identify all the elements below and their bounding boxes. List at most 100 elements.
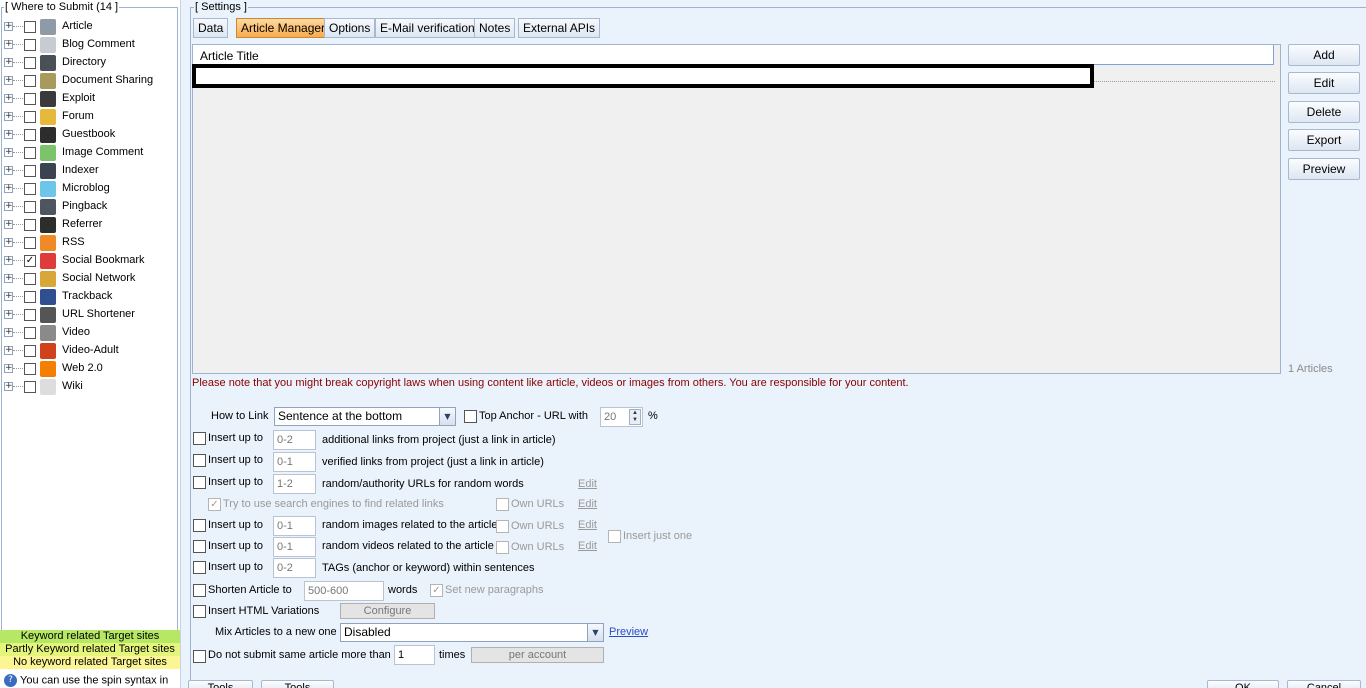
engine-checkbox[interactable] [24,381,36,393]
search-own-urls-edit-link[interactable]: Edit [578,498,597,510]
tree-item-social-bookmark[interactable]: + ✓ Social Bookmark [0,252,178,270]
tab-email-verification[interactable]: E-Mail verification [375,18,480,38]
export-button[interactable]: Export [1288,129,1360,151]
new-paragraphs-checkbox[interactable]: ✓ [430,584,443,597]
insert-random-authority-input[interactable]: 1-2 [273,474,316,494]
tree-item-social-network[interactable]: + Social Network [0,270,178,288]
expand-icon[interactable]: + [4,58,13,67]
tree-item-microblog[interactable]: + Microblog [0,180,178,198]
engine-checkbox[interactable] [24,183,36,195]
add-button[interactable]: Add [1288,44,1360,66]
tree-item-video[interactable]: + Video [0,324,178,342]
tree-item-wiki[interactable]: + Wiki [0,378,178,396]
insert-random-authority-checkbox[interactable] [193,476,206,489]
engine-checkbox[interactable]: ✓ [24,255,36,267]
expand-icon[interactable]: + [4,364,13,373]
same-article-input[interactable]: 1 [394,645,435,665]
expand-icon[interactable]: + [4,292,13,301]
engine-checkbox[interactable] [24,75,36,87]
ok-button[interactable]: OK [1207,680,1279,688]
engine-checkbox[interactable] [24,21,36,33]
engine-checkbox[interactable] [24,345,36,357]
tree-item-image-comment[interactable]: + Image Comment [0,144,178,162]
article-title-column[interactable]: Article Title [200,49,259,63]
shorten-article-input[interactable]: 500-600 [304,581,384,601]
engine-checkbox[interactable] [24,273,36,285]
engine-checkbox[interactable] [24,363,36,375]
expand-icon[interactable]: + [4,184,13,193]
tree-item-blog-comment[interactable]: + Blog Comment [0,36,178,54]
videos-own-urls-checkbox[interactable] [496,541,509,554]
expand-icon[interactable]: + [4,238,13,247]
expand-icon[interactable]: + [4,310,13,319]
cancel-button[interactable]: Cancel [1287,680,1361,688]
engine-checkbox[interactable] [24,219,36,231]
insert-tags-input[interactable]: 0-2 [273,558,316,578]
random-authority-edit-link[interactable]: Edit [578,478,597,490]
expand-icon[interactable]: + [4,220,13,229]
preview-button[interactable]: Preview [1288,158,1360,180]
insert-just-one-checkbox[interactable] [608,530,621,543]
tree-item-pingback[interactable]: + Pingback [0,198,178,216]
expand-icon[interactable]: + [4,328,13,337]
videos-own-urls-edit-link[interactable]: Edit [578,540,597,552]
tree-item-trackback[interactable]: + Trackback [0,288,178,306]
insert-verified-input[interactable]: 0-1 [273,452,316,472]
tab-notes[interactable]: Notes [474,18,516,38]
engine-checkbox[interactable] [24,165,36,177]
engine-checkbox[interactable] [24,237,36,249]
tab-options[interactable]: Options [324,18,376,38]
tools-button-2[interactable]: Tools [261,680,334,688]
spinner-icon[interactable]: ▲ ▼ [629,409,641,425]
tree-item-rss[interactable]: + RSS [0,234,178,252]
expand-icon[interactable]: + [4,382,13,391]
engine-checkbox[interactable] [24,291,36,303]
expand-icon[interactable]: + [4,166,13,175]
expand-icon[interactable]: + [4,22,13,31]
insert-tags-checkbox[interactable] [193,561,206,574]
tools-button-1[interactable]: Tools [188,680,253,688]
mix-articles-select[interactable]: Disabled ▼ [340,623,604,642]
top-anchor-percent-input[interactable]: 20 ▲ ▼ [600,407,643,427]
tree-item-guestbook[interactable]: + Guestbook [0,126,178,144]
search-engines-checkbox[interactable]: ✓ [208,498,221,511]
html-variations-checkbox[interactable] [193,605,206,618]
configure-button[interactable]: Configure [340,603,435,619]
top-anchor-checkbox[interactable] [464,410,477,423]
edit-button[interactable]: Edit [1288,72,1360,94]
insert-images-checkbox[interactable] [193,519,206,532]
chevron-down-icon[interactable]: ▼ [587,624,603,641]
insert-images-input[interactable]: 0-1 [273,516,316,536]
engine-checkbox[interactable] [24,201,36,213]
expand-icon[interactable]: + [4,94,13,103]
expand-icon[interactable]: + [4,346,13,355]
expand-icon[interactable]: + [4,148,13,157]
expand-icon[interactable]: + [4,40,13,49]
tree-item-video-adult[interactable]: + Video-Adult [0,342,178,360]
expand-icon[interactable]: + [4,256,13,265]
search-own-urls-checkbox[interactable] [496,498,509,511]
article-list-header[interactable] [193,45,1274,65]
engine-checkbox[interactable] [24,39,36,51]
images-own-urls-edit-link[interactable]: Edit [578,519,597,531]
insert-additional-checkbox[interactable] [193,432,206,445]
same-article-checkbox[interactable] [193,650,206,663]
engine-checkbox[interactable] [24,93,36,105]
tab-data[interactable]: Data [193,18,229,38]
tree-item-url-shortener[interactable]: + URL Shortener [0,306,178,324]
insert-videos-input[interactable]: 0-1 [273,537,316,557]
tree-item-referrer[interactable]: + Referrer [0,216,178,234]
insert-videos-checkbox[interactable] [193,540,206,553]
mix-preview-link[interactable]: Preview [609,626,648,638]
tree-item-web-2-0[interactable]: + Web 2.0 [0,360,178,378]
expand-icon[interactable]: + [4,112,13,121]
tree-item-article[interactable]: + Article [0,18,178,36]
engine-checkbox[interactable] [24,327,36,339]
engine-checkbox[interactable] [24,57,36,69]
expand-icon[interactable]: + [4,130,13,139]
engine-checkbox[interactable] [24,309,36,321]
tab-external-apis[interactable]: External APIs [518,18,601,38]
chevron-down-icon[interactable]: ▼ [439,408,455,425]
tree-item-exploit[interactable]: + Exploit [0,90,178,108]
expand-icon[interactable]: + [4,76,13,85]
